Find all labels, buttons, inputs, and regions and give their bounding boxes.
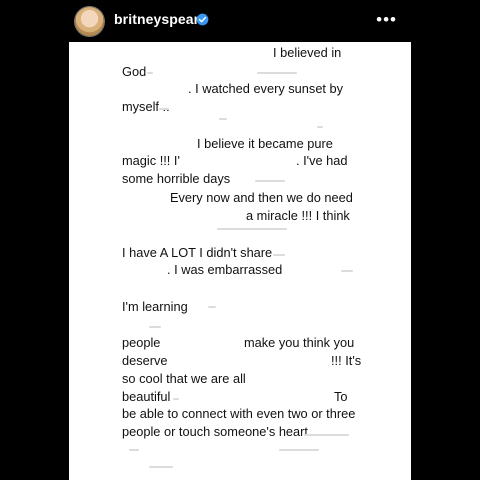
erased-text-trace [173, 398, 179, 400]
erased-text-trace [257, 72, 297, 74]
post-frame: britneyspears ••• I believed in God . I … [69, 0, 411, 480]
note-line: I have A LOT I didn't share [122, 245, 273, 260]
erased-text-trace [255, 180, 285, 182]
note-image: I believed in God . I watched every suns… [69, 42, 411, 480]
note-line: magic !!! I' [122, 153, 180, 168]
erased-text-trace [279, 449, 319, 451]
note-line: I'm learning [122, 299, 188, 314]
note-line: . I was embarrassed [167, 262, 283, 277]
note-line: be able to connect with even two or thre… [122, 406, 356, 421]
verified-badge-icon [196, 13, 209, 26]
note-line: God [122, 64, 147, 79]
erased-text-trace [208, 306, 216, 308]
note-line: deserve [122, 353, 168, 368]
note-line: people [122, 335, 161, 350]
note-line: To [334, 389, 348, 404]
profile-avatar[interactable] [75, 7, 104, 36]
note-line: myself .. [122, 99, 170, 114]
note-line: make you think you [244, 335, 355, 350]
note-line: a miracle !!! I think [246, 208, 350, 223]
note-line: . I've had [296, 153, 348, 168]
erased-text-trace [159, 108, 169, 110]
erased-text-trace [304, 434, 349, 436]
erased-text-trace [129, 449, 139, 451]
note-line: !!! It's [331, 353, 362, 368]
erased-text-trace [217, 228, 287, 230]
note-line: I believed in [273, 45, 342, 60]
more-options-icon[interactable]: ••• [376, 8, 397, 32]
note-line: some horrible days [122, 171, 231, 186]
note-line: Every now and then we do need [170, 190, 353, 205]
post-header: britneyspears ••• [69, 0, 411, 42]
username-link[interactable]: britneyspears [114, 11, 207, 27]
erased-text-trace [149, 466, 173, 468]
note-line: so cool that we are all [122, 371, 246, 386]
erased-text-trace [219, 118, 227, 120]
note-line: I believe it became pure [197, 136, 333, 151]
erased-text-trace [147, 72, 153, 74]
erased-text-trace [341, 270, 353, 272]
erased-text-trace [149, 326, 161, 328]
note-line: . I watched every sunset by [188, 81, 344, 96]
erased-text-trace [273, 254, 285, 256]
note-line: people or touch someone's heart [122, 424, 308, 439]
erased-text-trace [317, 126, 323, 128]
note-line: beautiful [122, 389, 171, 404]
